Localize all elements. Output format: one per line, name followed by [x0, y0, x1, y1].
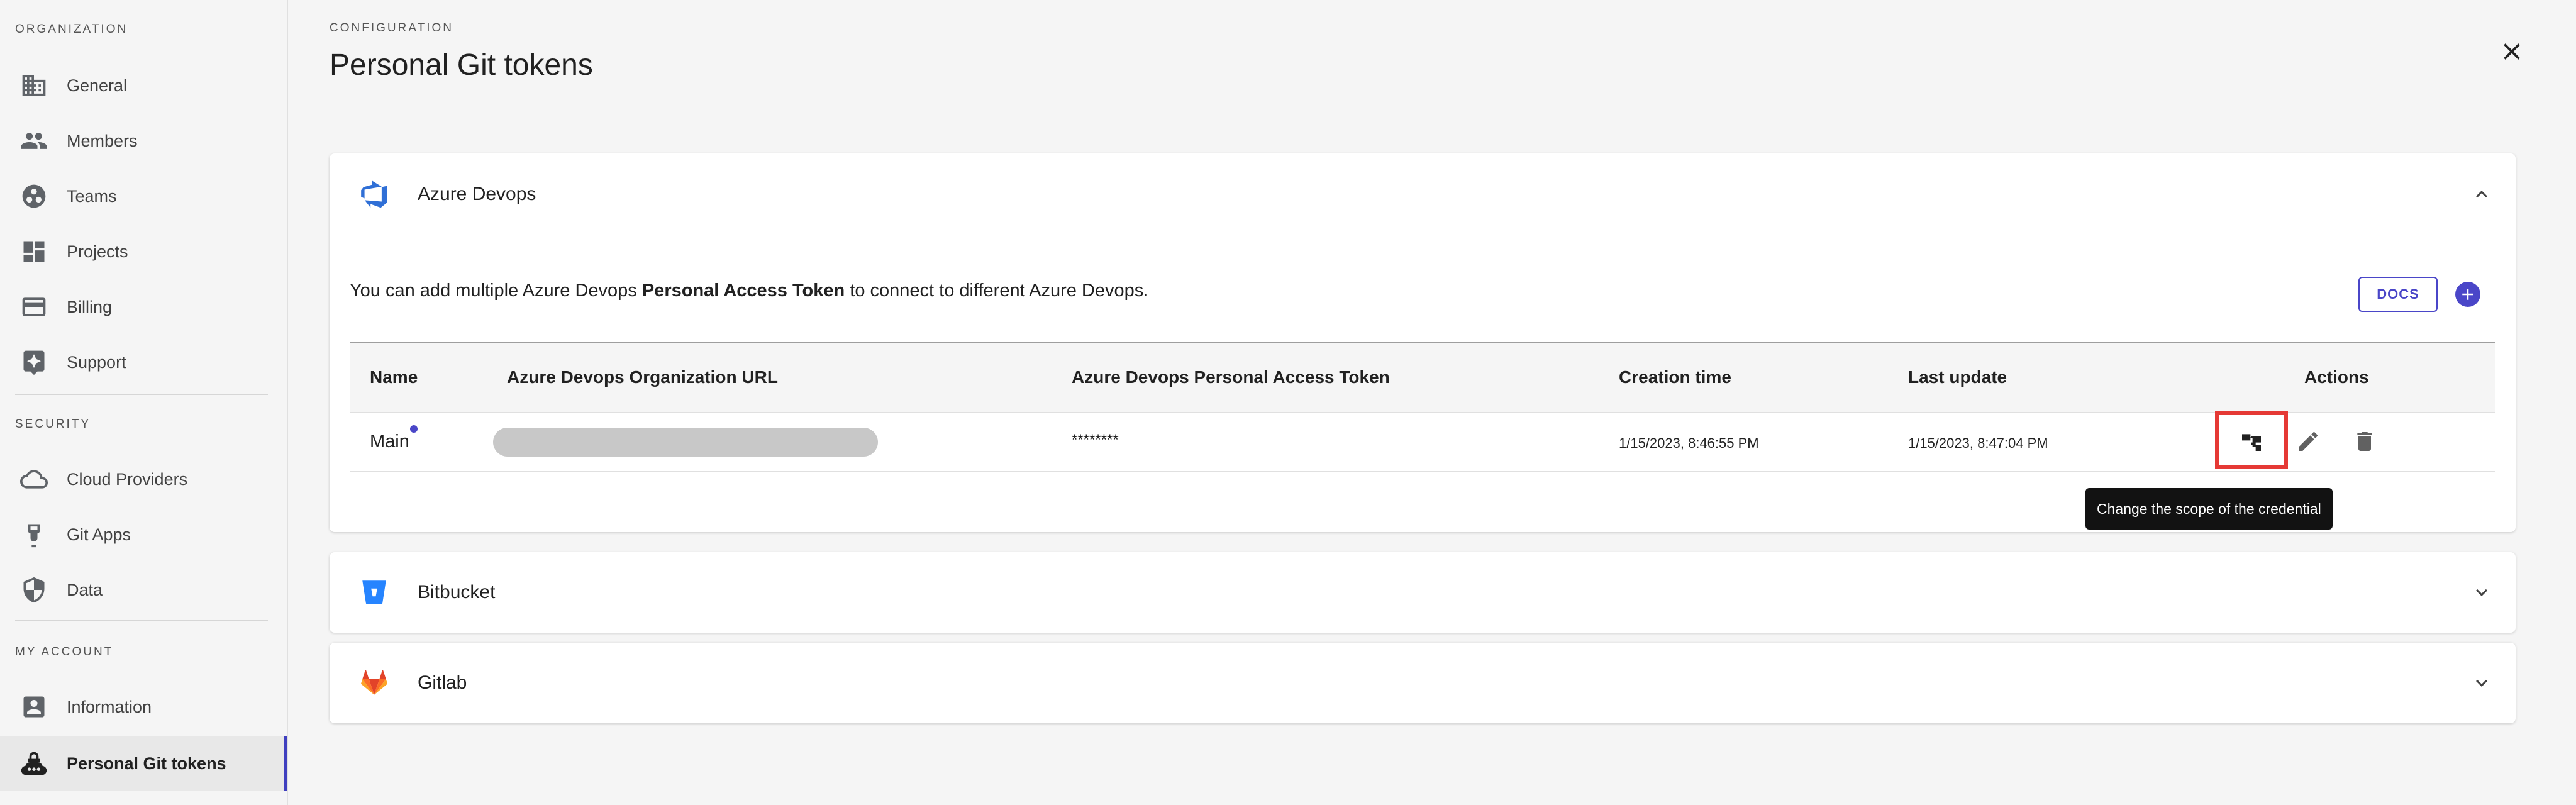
section-title-security: SECURITY	[15, 418, 91, 431]
support-icon	[20, 348, 48, 376]
account-box-icon	[20, 693, 48, 721]
people-icon	[20, 127, 48, 155]
sidebar-item-label: Support	[67, 352, 126, 372]
divider	[15, 620, 268, 621]
azure-devops-header[interactable]: Azure Devops	[330, 153, 2516, 235]
page-title: Personal Git tokens	[330, 48, 593, 82]
sidebar-item-label: Teams	[67, 186, 117, 206]
column-header-token: Azure Devops Personal Access Token	[1072, 367, 1390, 387]
azure-devops-title: Azure Devops	[418, 184, 536, 204]
column-header-creation-time: Creation time	[1619, 367, 1731, 387]
description-emphasis: Personal Access Token	[641, 280, 845, 301]
shield-icon	[20, 576, 48, 604]
sidebar-item-data[interactable]: Data	[0, 562, 287, 618]
sidebar-item-billing[interactable]: Billing	[0, 279, 287, 335]
sidebar-item-label: Data	[67, 580, 103, 599]
sidebar-item-information[interactable]: Information	[0, 679, 287, 735]
cloud-icon	[20, 465, 48, 493]
bitbucket-title: Bitbucket	[418, 582, 496, 602]
sidebar-item-personal-git-tokens[interactable]: Personal Git tokens	[0, 736, 287, 791]
description-prefix: You can add multiple Azure Devops	[350, 280, 642, 301]
table-header: Name Azure Devops Organization URL Azure…	[350, 342, 2496, 413]
add-token-button[interactable]	[2455, 282, 2480, 307]
sidebar-item-label: Projects	[67, 242, 128, 261]
status-dot	[410, 425, 418, 433]
chevron-up-icon[interactable]	[2470, 183, 2493, 206]
lock-cloud-icon	[20, 750, 48, 777]
cell-token: ********	[1072, 431, 1119, 448]
cell-creation-time: 1/15/2023, 8:46:55 PM	[1619, 435, 1759, 451]
sidebar-item-label: Information	[67, 697, 152, 716]
column-header-name: Name	[370, 367, 418, 387]
column-header-last-update: Last update	[1908, 367, 2007, 387]
team-icon	[20, 182, 48, 210]
cell-last-update: 1/15/2023, 8:47:04 PM	[1908, 435, 2048, 451]
chevron-down-icon[interactable]	[2470, 672, 2493, 694]
tooltip: Change the scope of the credential	[2085, 488, 2333, 530]
sidebar-item-label: Personal Git tokens	[67, 753, 226, 773]
sidebar-item-label: Members	[67, 131, 138, 150]
credit-card-icon	[20, 293, 48, 321]
close-icon	[2504, 43, 2520, 60]
section-title-my-account: MY ACCOUNT	[15, 645, 114, 658]
sidebar-item-git-apps[interactable]: Git Apps	[0, 507, 287, 562]
gitlab-header[interactable]: Gitlab	[330, 643, 2516, 723]
gitlab-panel: Gitlab	[330, 643, 2516, 723]
gitlab-title: Gitlab	[418, 672, 467, 693]
chevron-down-icon[interactable]	[2470, 581, 2493, 604]
bitbucket-logo-icon	[362, 580, 386, 604]
column-header-org-url: Azure Devops Organization URL	[507, 367, 778, 387]
change-scope-icon[interactable]	[2239, 429, 2264, 454]
docs-button[interactable]: DOCS	[2358, 277, 2438, 312]
gitlab-logo-icon	[361, 670, 387, 695]
cell-name: Main	[370, 431, 409, 452]
sidebar: ORGANIZATION General Members Teams Proje…	[0, 0, 288, 805]
sidebar-item-teams[interactable]: Teams	[0, 169, 287, 224]
sidebar-item-cloud-providers[interactable]: Cloud Providers	[0, 452, 287, 507]
azure-devops-logo-icon	[361, 180, 387, 208]
sidebar-item-label: Git Apps	[67, 525, 131, 544]
plus-icon	[2462, 289, 2473, 300]
divider	[15, 394, 268, 395]
main-content: CONFIGURATION Personal Git tokens Azure …	[288, 0, 2576, 805]
page-overline: CONFIGURATION	[330, 21, 453, 35]
bitbucket-panel: Bitbucket	[330, 552, 2516, 633]
sidebar-item-general[interactable]: General	[0, 58, 287, 113]
table-row: Main ******** 1/15/2023, 8:46:55 PM 1/15…	[350, 411, 2496, 472]
edit-icon[interactable]	[2296, 429, 2321, 454]
sidebar-item-projects[interactable]: Projects	[0, 224, 287, 279]
git-app-icon	[20, 521, 48, 548]
column-header-actions: Actions	[2304, 367, 2369, 387]
close-button[interactable]	[2498, 38, 2526, 65]
delete-icon[interactable]	[2352, 429, 2377, 454]
azure-devops-description: You can add multiple Azure Devops Person…	[350, 280, 1148, 301]
description-suffix: to connect to different Azure Devops.	[845, 280, 1149, 301]
sidebar-item-label: Billing	[67, 297, 113, 316]
redacted-org-url	[493, 428, 878, 457]
sidebar-item-label: Cloud Providers	[67, 469, 188, 489]
dashboard-icon	[20, 238, 48, 265]
sidebar-item-members[interactable]: Members	[0, 113, 287, 169]
section-title-organization: ORGANIZATION	[15, 23, 128, 36]
azure-devops-panel: Azure Devops You can add multiple Azure …	[330, 153, 2516, 532]
building-icon	[20, 72, 48, 99]
bitbucket-header[interactable]: Bitbucket	[330, 552, 2516, 633]
sidebar-item-support[interactable]: Support	[0, 335, 287, 390]
sidebar-item-label: General	[67, 75, 128, 95]
